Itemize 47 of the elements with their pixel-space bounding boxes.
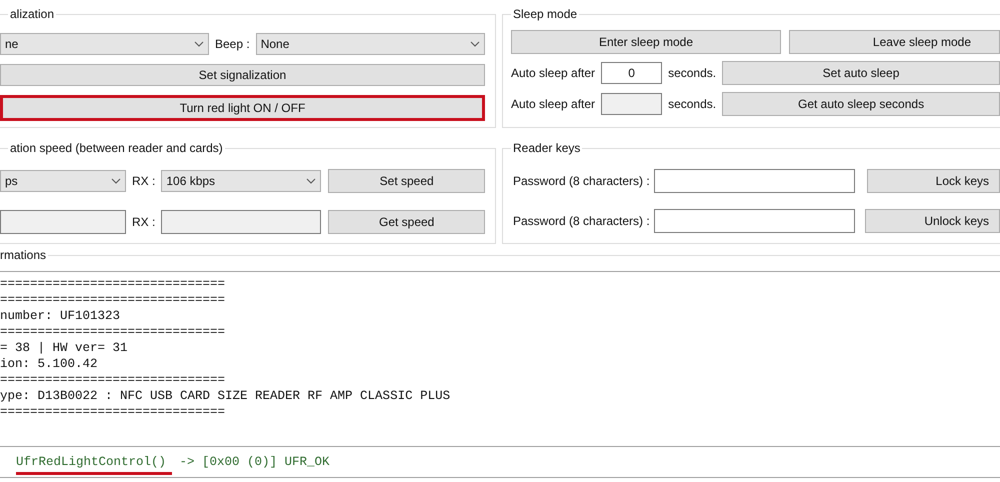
- password-label: Password (8 characters) :: [513, 173, 650, 190]
- log-line: ==============================: [0, 324, 226, 340]
- button[interactable]: Turn red light ON / OFF: [0, 95, 485, 121]
- text-field[interactable]: 0: [601, 62, 662, 84]
- button[interactable]: Lock keys: [866, 169, 1000, 193]
- status-result: -> [0x00 (0)] UFR_OK: [178, 454, 330, 471]
- log-line: ==============================: [0, 404, 226, 420]
- log-line: number: UF101323: [0, 308, 122, 324]
- rx-label: RX :: [132, 173, 156, 190]
- seconds-label: seconds.: [668, 96, 716, 113]
- button[interactable]: Get auto sleep seconds: [722, 92, 1000, 116]
- group-title: Reader keys: [511, 140, 582, 156]
- rx-label: RX :: [132, 214, 156, 231]
- seconds-label: seconds.: [668, 65, 716, 82]
- button[interactable]: Get speed: [328, 210, 485, 234]
- button[interactable]: Set auto sleep: [722, 61, 1000, 85]
- status-function: UfrRedLightControl(): [16, 452, 172, 476]
- dropdown[interactable]: 106 kbps: [161, 170, 322, 192]
- dropdown[interactable]: None: [256, 33, 485, 55]
- chevron-down-icon: [111, 178, 121, 184]
- button[interactable]: Set signalization: [0, 64, 485, 86]
- button[interactable]: Leave sleep mode: [789, 30, 1000, 54]
- text-field[interactable]: [654, 169, 855, 193]
- chevron-down-icon: [306, 178, 316, 184]
- log-line: ype: D13B0022 : NFC USB CARD SIZE READER RF AMP CLASSIC PLUS: [0, 388, 452, 404]
- button[interactable]: Unlock keys: [864, 209, 1000, 233]
- text-field[interactable]: [601, 93, 662, 115]
- log-line: ==============================: [0, 276, 226, 292]
- dropdown[interactable]: ps: [0, 170, 126, 192]
- auto-sleep-label: Auto sleep after: [511, 65, 596, 82]
- text-field[interactable]: [161, 210, 322, 234]
- text-field[interactable]: [0, 210, 126, 234]
- log-line: = 38 | HW ver= 31: [0, 340, 129, 356]
- chevron-down-icon: [194, 41, 204, 47]
- password-label: Password (8 characters) :: [513, 213, 650, 230]
- text-field[interactable]: [654, 209, 855, 233]
- dropdown[interactable]: ne: [0, 33, 209, 55]
- log-line: ==============================: [0, 372, 226, 388]
- chevron-down-icon: [470, 41, 480, 47]
- beep-label: Beep :: [215, 36, 250, 53]
- auto-sleep-label: Auto sleep after: [511, 96, 596, 113]
- button[interactable]: Enter sleep mode: [511, 30, 781, 54]
- button[interactable]: Set speed: [328, 169, 485, 193]
- group-title: ation speed (between reader and cards): [8, 140, 225, 156]
- log-line: ==============================: [0, 292, 226, 308]
- log-line: ion: 5.100.42: [0, 356, 99, 372]
- group-title: Sleep mode: [511, 6, 580, 22]
